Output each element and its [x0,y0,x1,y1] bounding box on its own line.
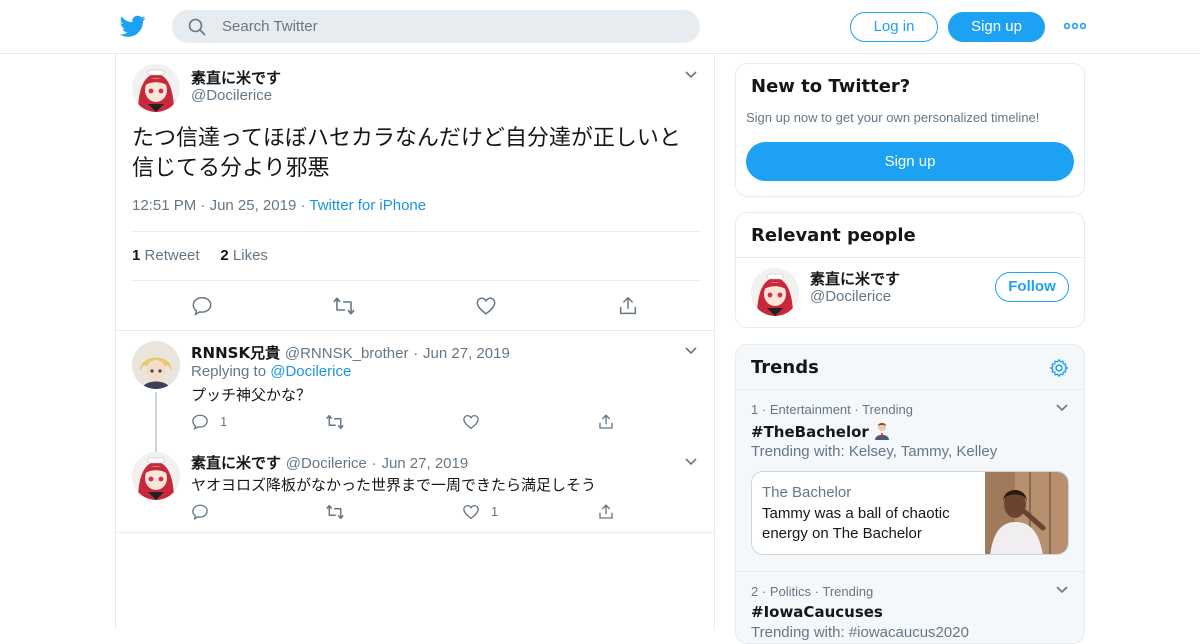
reply-icon[interactable] [191,413,209,431]
twitter-bird-icon[interactable] [120,13,146,39]
divider [736,257,1084,258]
separator: · [300,197,306,214]
chevron-down-icon[interactable] [684,457,698,467]
news-card[interactable]: The Bachelor Tammy was a ball of chaotic… [751,471,1069,555]
retweet-stat[interactable]: 1 Retweet [132,247,200,264]
login-button[interactable]: Log in [850,12,938,42]
person-handle[interactable]: @Docilerice [810,288,891,305]
card-title: Relevant people [751,225,916,246]
reply-author-name[interactable]: RNNSK兄貴 [191,344,280,362]
reply-date[interactable]: Jun 27, 2019 [381,455,468,472]
separator: · [371,455,377,472]
share-icon[interactable] [597,503,615,521]
trend-related: Trending with: #iowacaucus2020 [751,624,969,641]
search-icon [188,18,206,36]
tweet-stats: 1 Retweet 2 Likes [132,247,268,264]
separator: · [413,345,419,362]
trends-card: Trends 1 · Entertainment · Trending #The… [735,344,1085,644]
news-source: The Bachelor [762,484,852,501]
man-emoji-icon [874,422,890,440]
reply-icon[interactable] [191,295,213,317]
chevron-down-icon[interactable] [684,70,698,80]
trend-meta: 2 · Politics · Trending [751,584,874,599]
tweet-date[interactable]: Jun 25, 2019 [210,197,297,214]
divider [132,231,700,232]
chevron-down-icon[interactable] [1055,585,1069,595]
main-timeline-column: 素直に米です @Docilerice たつ信達ってほぼハセカラなんだけど自分達が… [115,54,715,630]
gear-icon[interactable] [1049,358,1069,378]
card-subtitle: Sign up now to get your own personalized… [746,110,1040,125]
avatar[interactable] [132,64,180,112]
divider [736,571,1084,572]
top-navigation-bar: Log in Sign up [0,0,1200,54]
tweet-source-link[interactable]: Twitter for iPhone [309,197,426,214]
trend-hashtag[interactable]: #TheBachelor [751,422,890,441]
likes-stat[interactable]: 2 Likes [220,247,268,264]
divider [736,389,1084,390]
reply-date[interactable]: Jun 27, 2019 [423,345,510,362]
like-count: 1 [491,504,499,519]
avatar[interactable] [132,341,180,389]
signup-button[interactable]: Sign up [948,12,1045,42]
reply-text: プッチ神父かな？ [191,386,312,404]
divider [116,532,714,533]
chevron-down-icon[interactable] [1055,403,1069,413]
avatar[interactable] [132,452,180,500]
tweet-time[interactable]: 12:51 PM [132,197,196,214]
avatar[interactable] [751,268,799,316]
reply-icon[interactable] [191,503,209,521]
retweet-icon[interactable] [332,295,356,317]
share-icon[interactable] [597,413,615,431]
retweet-icon[interactable] [325,413,345,431]
tweet-text: たつ信達ってほぼハセカラなんだけど自分達が正しいと信じてる分より邪悪 [132,126,681,181]
more-icon[interactable] [1064,20,1086,32]
divider [116,330,714,331]
like-icon[interactable] [462,503,480,521]
card-title: New to Twitter? [751,76,911,97]
reply-header: RNNSK兄貴 @RNNSK_brother · Jun 27, 2019 [191,342,510,363]
divider [132,280,700,281]
separator: · [200,197,206,214]
reply-author-handle[interactable]: @Docilerice [286,455,367,472]
trend-meta: 1 · Entertainment · Trending [751,402,913,417]
reply-author-name[interactable]: 素直に米です [191,454,281,472]
follow-button[interactable]: Follow [995,272,1069,302]
replying-to-link[interactable]: @Docilerice [270,363,351,380]
reply-text: ヤオヨロズ降板がなかった世界まで一周できたら満足しそう [191,476,597,494]
chevron-down-icon[interactable] [684,346,698,356]
reply-count: 1 [220,414,228,429]
news-headline: Tammy was a ball of chaotic energy on Th… [762,505,950,542]
card-title: Trends [751,357,819,378]
news-thumbnail [985,472,1068,554]
search-input[interactable] [222,10,682,43]
replying-to: Replying to @Docilerice [191,363,352,380]
author-name[interactable]: 素直に米です [191,67,281,88]
trend-related: Trending with: Kelsey, Tammy, Kelley [751,443,998,460]
person-name[interactable]: 素直に米です [810,268,900,289]
search-box[interactable] [172,10,700,43]
tweet-meta: 12:51 PM · Jun 25, 2019 · Twitter for iP… [132,197,426,214]
retweet-icon[interactable] [325,503,345,521]
share-icon[interactable] [617,295,639,317]
new-to-twitter-card: New to Twitter? Sign up now to get your … [735,63,1085,197]
reply-author-handle[interactable]: @RNNSK_brother [285,345,409,362]
relevant-people-card: Relevant people 素直に米です @Docilerice Follo… [735,212,1085,328]
like-icon[interactable] [475,295,497,317]
like-icon[interactable] [462,413,480,431]
reply-header: 素直に米です @Docilerice · Jun 27, 2019 [191,452,468,473]
signup-button[interactable]: Sign up [746,142,1074,181]
trend-hashtag[interactable]: #IowaCaucuses [751,603,883,621]
author-handle[interactable]: @Docilerice [191,87,272,104]
